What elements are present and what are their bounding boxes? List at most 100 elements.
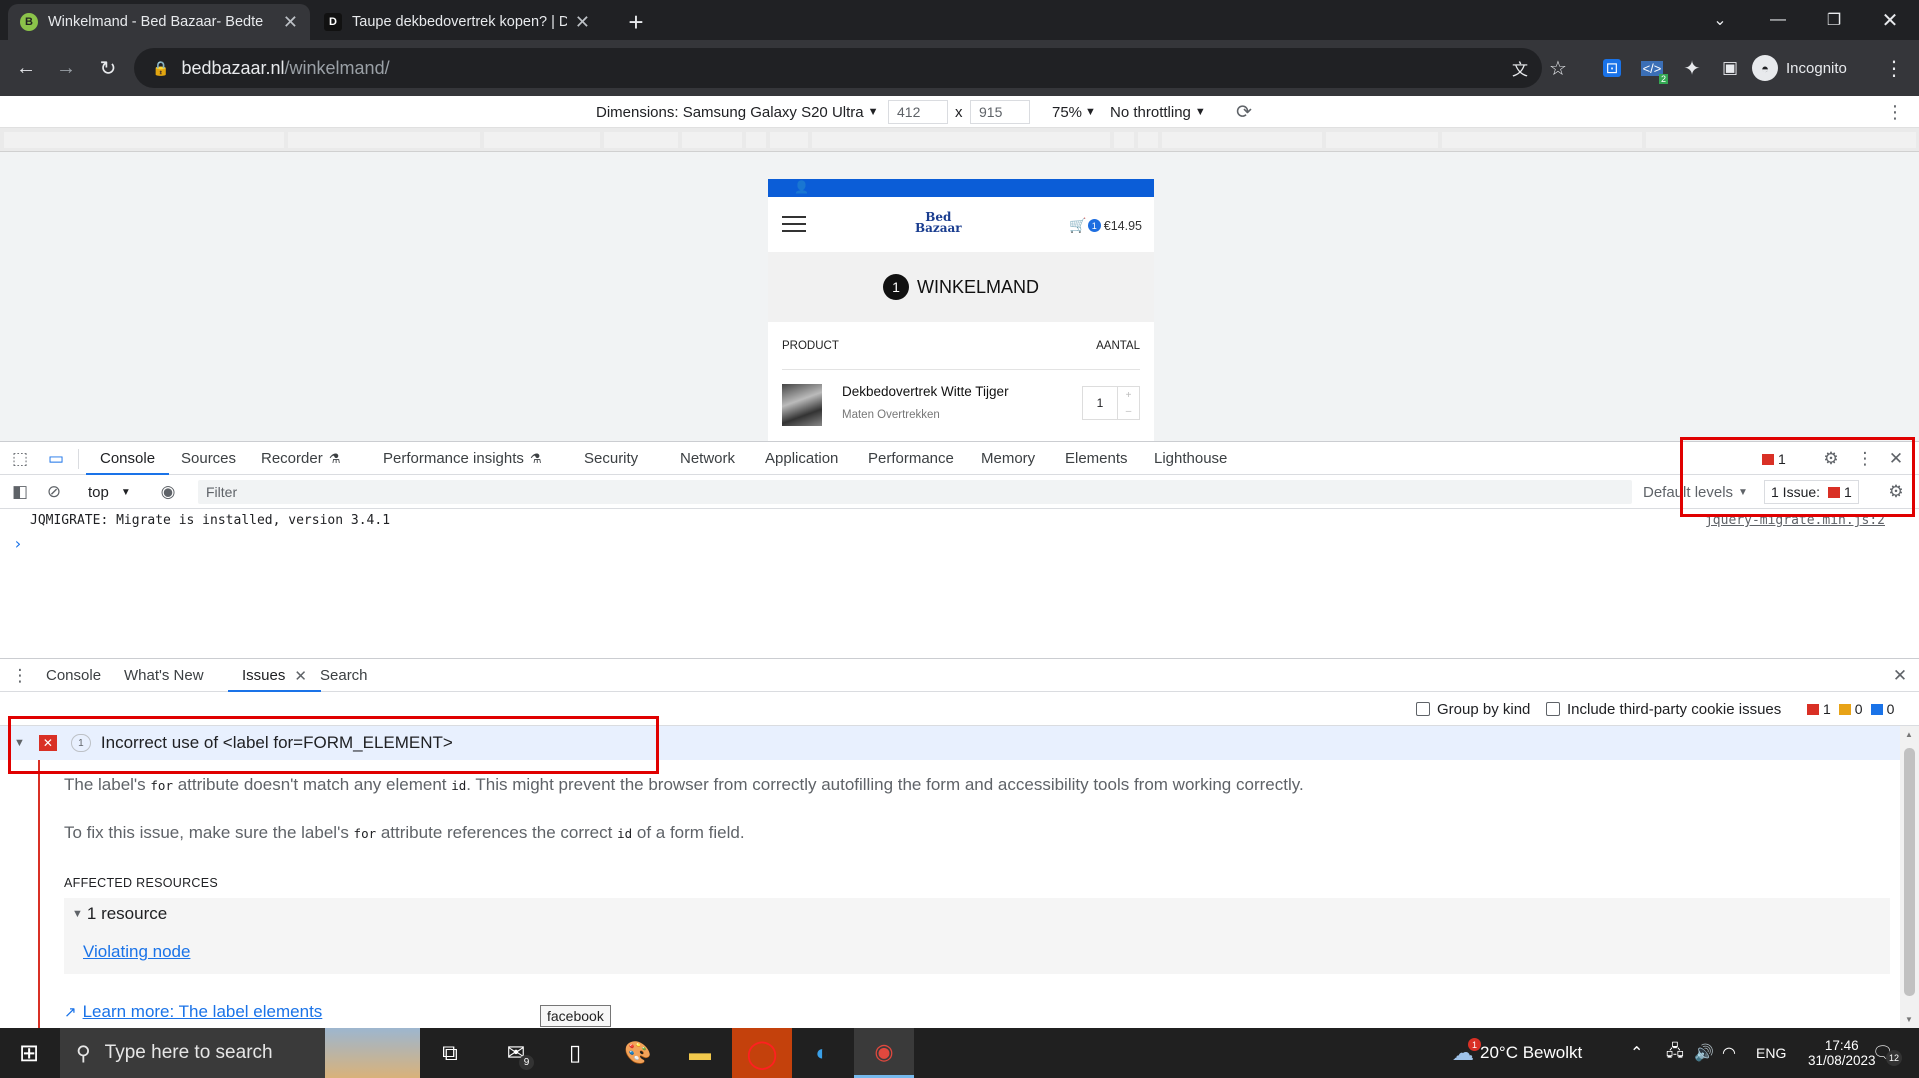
console-prompt-icon[interactable]: › bbox=[13, 534, 23, 553]
clear-console-icon[interactable]: ⊘ bbox=[42, 480, 66, 504]
product-name[interactable]: Dekbedovertrek Witte Tijger bbox=[842, 384, 1009, 399]
live-expression-eye-icon[interactable]: ◉ bbox=[156, 480, 180, 504]
forward-button[interactable]: → bbox=[48, 50, 84, 86]
media-query-segment[interactable] bbox=[484, 132, 600, 148]
windows-start-icon[interactable]: ⊞ bbox=[0, 1028, 58, 1078]
resource-toggle[interactable]: ▼ 1 resource bbox=[72, 904, 167, 924]
tab-elements[interactable]: Elements bbox=[1065, 442, 1128, 475]
scroll-up-icon[interactable]: ▲ bbox=[1905, 730, 1913, 739]
tab-sources[interactable]: Sources bbox=[181, 442, 236, 475]
width-field[interactable]: 412 bbox=[888, 96, 948, 128]
product-thumbnail[interactable] bbox=[782, 384, 822, 426]
group-by-kind-checkbox[interactable]: Group by kind bbox=[1416, 692, 1530, 726]
cart-summary[interactable]: 🛒 1 €14.95 bbox=[1069, 217, 1142, 234]
site-logo[interactable]: Bed Bazaar bbox=[915, 211, 962, 234]
file-explorer-icon[interactable]: ▬ bbox=[670, 1028, 730, 1078]
close-drawer-icon[interactable]: ✕ bbox=[1888, 664, 1912, 688]
minimize-button[interactable]: — bbox=[1750, 0, 1806, 40]
filter-input[interactable]: Filter bbox=[198, 480, 1632, 504]
media-query-segment[interactable] bbox=[288, 132, 480, 148]
minus-icon[interactable]: – bbox=[1126, 406, 1132, 417]
violating-node-link[interactable]: Violating node bbox=[83, 942, 190, 962]
close-window-button[interactable]: ✕ bbox=[1862, 0, 1918, 40]
learn-more[interactable]: ↗ Learn more: The label elements bbox=[64, 1002, 322, 1022]
drawer-menu-icon[interactable]: ⋮ bbox=[8, 664, 32, 688]
checkbox-icon[interactable] bbox=[1416, 702, 1430, 716]
extension-code-icon[interactable]: </> 2 bbox=[1634, 50, 1670, 86]
volume-icon[interactable]: 🔊 bbox=[1694, 1028, 1714, 1078]
media-query-segment[interactable] bbox=[770, 132, 808, 148]
hamburger-menu-icon[interactable] bbox=[782, 216, 806, 237]
bookmark-star-icon[interactable]: ☆ bbox=[1540, 50, 1576, 86]
clock[interactable]: 17:46 31/08/2023 bbox=[1808, 1028, 1876, 1078]
rotate-icon[interactable]: ⟳ bbox=[1236, 96, 1252, 128]
zoom-select[interactable]: 75% ▼ bbox=[1052, 96, 1096, 128]
close-tab-icon[interactable]: ✕ bbox=[294, 667, 307, 685]
close-tab-icon[interactable]: ✕ bbox=[575, 12, 590, 33]
wifi-icon[interactable]: ◠ bbox=[1722, 1028, 1736, 1078]
tab-memory[interactable]: Memory bbox=[981, 442, 1035, 475]
incognito-profile[interactable]: ◓ Incognito bbox=[1752, 52, 1847, 84]
height-field[interactable]: 915 bbox=[970, 96, 1030, 128]
paint-icon[interactable]: 🎨 bbox=[608, 1028, 668, 1078]
learn-more-link[interactable]: Learn more: The label elements bbox=[83, 1002, 323, 1022]
network-icon[interactable]: 🖧 bbox=[1666, 1028, 1684, 1078]
scroll-down-icon[interactable]: ▼ bbox=[1905, 1015, 1913, 1024]
media-query-segment[interactable] bbox=[1326, 132, 1438, 148]
tab-performance-insights[interactable]: Performance insights ⚗ bbox=[383, 442, 542, 475]
drawer-tab-console[interactable]: Console bbox=[46, 659, 101, 692]
tab-taupe[interactable]: D Taupe dekbedovertrek kopen? | D ✕ bbox=[312, 4, 602, 40]
back-button[interactable]: ← bbox=[8, 50, 44, 86]
tab-network[interactable]: Network bbox=[680, 442, 735, 475]
notepad-icon[interactable]: ▯ bbox=[545, 1028, 605, 1078]
height-value[interactable]: 915 bbox=[970, 100, 1030, 124]
third-party-checkbox[interactable]: Include third-party cookie issues bbox=[1546, 692, 1781, 726]
throttling-select[interactable]: No throttling ▼ bbox=[1110, 96, 1206, 128]
media-query-segment[interactable] bbox=[1114, 132, 1134, 148]
media-query-segment[interactable] bbox=[1646, 132, 1916, 148]
reload-button[interactable]: ↻ bbox=[90, 50, 126, 86]
tab-recorder[interactable]: Recorder ⚗ bbox=[261, 442, 340, 475]
tab-winkelmand[interactable]: B Winkelmand - Bed Bazaar- Bedte ✕ bbox=[8, 4, 310, 40]
width-value[interactable]: 412 bbox=[888, 100, 948, 124]
close-tab-icon[interactable]: ✕ bbox=[283, 12, 298, 33]
puzzle-extensions-icon[interactable]: ✦ bbox=[1674, 50, 1710, 86]
quantity-value[interactable]: 1 bbox=[1083, 396, 1117, 410]
media-query-segment[interactable] bbox=[1162, 132, 1322, 148]
quantity-stepper[interactable]: 1 + – bbox=[1082, 386, 1140, 420]
menu-kebab-icon[interactable]: ⋮ bbox=[1876, 50, 1912, 86]
scrollbar-thumb[interactable] bbox=[1904, 748, 1915, 996]
tab-application[interactable]: Application bbox=[765, 442, 838, 475]
drawer-tab-whats-new[interactable]: What's New bbox=[124, 659, 204, 692]
taskbar-search[interactable]: ⚲ Type here to search bbox=[60, 1028, 420, 1078]
device-menu-icon[interactable]: ⋮ bbox=[1886, 96, 1904, 128]
mail-icon[interactable]: ✉ 9 bbox=[486, 1028, 546, 1078]
inspect-element-icon[interactable]: ⬚ bbox=[8, 447, 32, 471]
drawer-tab-issues[interactable]: Issues ✕ bbox=[228, 659, 321, 692]
extension-icon[interactable]: ⊡ bbox=[1594, 50, 1630, 86]
tab-security[interactable]: Security bbox=[584, 442, 638, 475]
media-query-segment[interactable] bbox=[746, 132, 766, 148]
restore-button[interactable]: ❐ bbox=[1806, 0, 1862, 40]
media-query-segment[interactable] bbox=[682, 132, 742, 148]
translate-icon[interactable]: 文 bbox=[1502, 50, 1538, 86]
plus-icon[interactable]: + bbox=[1126, 390, 1132, 401]
issues-scrollbar[interactable]: ▲ ▼ bbox=[1900, 726, 1919, 1028]
tab-lighthouse[interactable]: Lighthouse bbox=[1154, 442, 1227, 475]
tab-search-icon[interactable]: ⌄ bbox=[1692, 0, 1748, 40]
device-select[interactable]: Dimensions: Samsung Galaxy S20 Ultra ▼ bbox=[596, 96, 879, 128]
sidebar-toggle-icon[interactable]: ◧ bbox=[8, 480, 32, 504]
opera-icon[interactable]: ◯ bbox=[732, 1028, 792, 1078]
media-query-segment[interactable] bbox=[1442, 132, 1642, 148]
tray-overflow-icon[interactable]: ⌃ bbox=[1630, 1028, 1643, 1078]
media-query-segment[interactable] bbox=[1138, 132, 1158, 148]
checkbox-icon[interactable] bbox=[1546, 702, 1560, 716]
user-icon[interactable]: 👤 bbox=[794, 180, 809, 194]
media-query-segment[interactable] bbox=[812, 132, 1110, 148]
address-bar[interactable]: 🔒 bedbazaar.nl/winkelmand/ bbox=[134, 48, 1542, 88]
tab-console[interactable]: Console bbox=[85, 442, 170, 475]
edge-icon[interactable]: ◐ bbox=[792, 1028, 852, 1078]
chrome-icon[interactable]: ◉ bbox=[854, 1028, 914, 1078]
context-select[interactable]: top ▼ bbox=[88, 480, 131, 504]
task-view-icon[interactable]: ⧉ bbox=[420, 1028, 480, 1078]
